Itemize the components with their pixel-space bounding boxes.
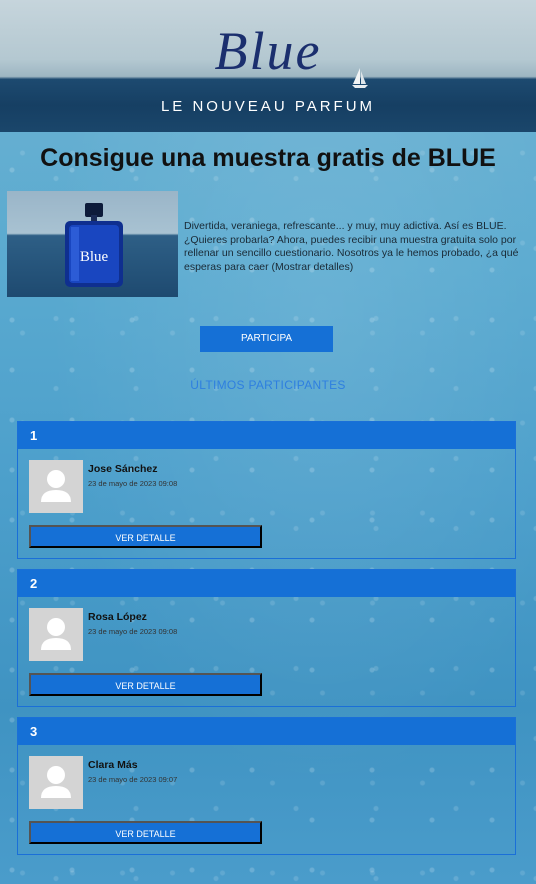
product-description: Divertida, veraniega, refrescante... y m… bbox=[184, 220, 519, 273]
perfume-bottle-icon: Blue bbox=[65, 203, 123, 287]
user-placeholder-icon bbox=[41, 766, 71, 798]
participant-card: 1 Jose Sánchez 23 de mayo de 2023 09:08 … bbox=[17, 421, 516, 559]
bottle-label: Blue bbox=[80, 249, 109, 265]
view-detail-button[interactable]: VER DETALLE bbox=[29, 525, 262, 548]
participant-rank: 2 bbox=[18, 570, 515, 597]
user-placeholder-icon bbox=[41, 470, 71, 502]
page-title: Consigue una muestra gratis de BLUE bbox=[40, 144, 496, 172]
participant-name: Jose Sánchez bbox=[88, 463, 158, 475]
user-placeholder-icon bbox=[41, 618, 71, 650]
participant-name: Clara Más bbox=[88, 759, 138, 771]
perfume-image: Blue bbox=[7, 191, 178, 297]
participate-button[interactable]: PARTICIPA bbox=[200, 326, 333, 352]
avatar bbox=[29, 460, 83, 513]
participant-date: 23 de mayo de 2023 09:07 bbox=[88, 775, 178, 784]
participant-rank: 3 bbox=[18, 718, 515, 745]
participant-card: 3 Clara Más 23 de mayo de 2023 09:07 VER… bbox=[17, 717, 516, 855]
hero-banner: Blue LE NOUVEAU PARFUM bbox=[0, 0, 536, 132]
participant-name: Rosa López bbox=[88, 611, 147, 623]
avatar bbox=[29, 608, 83, 661]
participant-card: 2 Rosa López 23 de mayo de 2023 09:08 VE… bbox=[17, 569, 516, 707]
participant-rank: 1 bbox=[18, 422, 515, 449]
hero-subtitle: LE NOUVEAU PARFUM bbox=[160, 98, 376, 115]
participant-date: 23 de mayo de 2023 09:08 bbox=[88, 479, 178, 488]
view-detail-button[interactable]: VER DETALLE bbox=[29, 673, 262, 696]
participant-date: 23 de mayo de 2023 09:08 bbox=[88, 627, 178, 636]
last-participants-link[interactable]: ÚLTIMOS PARTICIPANTES bbox=[0, 378, 536, 392]
view-detail-button[interactable]: VER DETALLE bbox=[29, 821, 262, 844]
avatar bbox=[29, 756, 83, 809]
hero-title: Blue bbox=[214, 21, 322, 81]
sailboat-icon bbox=[352, 68, 368, 88]
